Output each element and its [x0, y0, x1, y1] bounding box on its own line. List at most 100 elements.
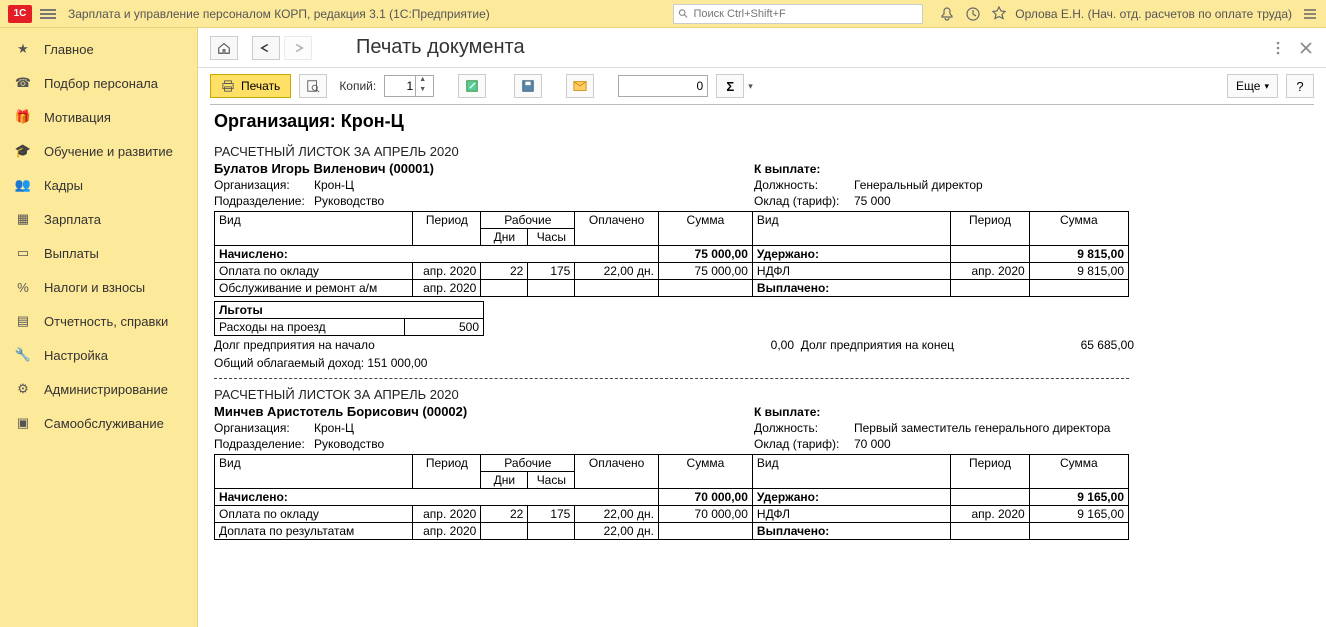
star-solid-icon: ★ [14, 40, 32, 58]
number-input[interactable] [618, 75, 708, 97]
th-period: Период [413, 212, 481, 246]
topbar: 1C Зарплата и управление персоналом КОРП… [0, 0, 1326, 28]
toolbar: Печать Копий: ▲▼ Σ ▾ Еще▾ ? [198, 68, 1326, 104]
settings-icon[interactable] [1302, 6, 1318, 22]
deducted-sum: 9 815,00 [1029, 246, 1128, 263]
spin-up-icon[interactable]: ▲ [416, 76, 429, 86]
sigma-button[interactable]: Σ [716, 74, 744, 98]
accrued-sum: 75 000,00 [658, 246, 752, 263]
th-hours: Часы [528, 229, 575, 246]
document-icon: ▤ [14, 312, 32, 330]
percent-icon: % [14, 278, 32, 296]
form-icon: ▣ [14, 414, 32, 432]
sidebar-item-selfservice[interactable]: ▣Самообслуживание [0, 406, 197, 440]
search-input-wrap[interactable] [673, 4, 923, 24]
employee-name: Минчев Аристотель Борисович (00002) [214, 404, 754, 420]
sidebar-item-label: Зарплата [44, 212, 101, 227]
preview-button[interactable] [299, 74, 327, 98]
th-days: Дни [481, 472, 528, 489]
sidebar-item-payments[interactable]: ▭Выплаты [0, 236, 197, 270]
history-icon[interactable] [965, 6, 981, 22]
dept-val: Руководство [314, 436, 754, 452]
accrued-label: Начислено: [215, 489, 659, 506]
chevron-down-icon: ▾ [1264, 81, 1269, 92]
sidebar-item-reports[interactable]: ▤ Отчетность, справки [0, 304, 197, 338]
save-button[interactable] [514, 74, 542, 98]
gear-icon: ⚙ [14, 380, 32, 398]
edit-button[interactable] [458, 74, 486, 98]
th-paid: Оплачено [575, 455, 659, 489]
th-paid: Оплачено [575, 212, 659, 246]
th-days: Дни [481, 229, 528, 246]
pos-val: Генеральный директор [854, 177, 1154, 193]
org-val: Крон-Ц [314, 420, 754, 436]
dept-val: Руководство [314, 193, 754, 209]
sidebar-item-label: Главное [44, 42, 94, 57]
sidebar-item-admin[interactable]: ⚙Администрирование [0, 372, 197, 406]
sidebar-item-learning[interactable]: 🎓Обучение и развитие [0, 134, 197, 168]
table-row: Доплата по результатам апр. 2020 22,00 д… [215, 523, 1129, 540]
accrued-label: Начислено: [215, 246, 659, 263]
th-sum: Сумма [658, 212, 752, 246]
sidebar-item-salary[interactable]: ▦Зарплата [0, 202, 197, 236]
print-button[interactable]: Печать [210, 74, 291, 98]
back-button[interactable] [252, 36, 280, 60]
pay-label: К выплате: [754, 161, 854, 177]
th-vid-r: Вид [752, 455, 950, 489]
help-button[interactable]: ? [1286, 74, 1314, 98]
divider [214, 378, 1129, 379]
salary-label: Оклад (тариф): [754, 436, 854, 452]
sidebar-item-taxes[interactable]: %Налоги и взносы [0, 270, 197, 304]
search-icon [678, 8, 689, 20]
th-work: Рабочие [481, 455, 575, 472]
th-vid: Вид [215, 455, 413, 489]
copies-field[interactable] [385, 79, 415, 93]
th-period: Период [413, 455, 481, 489]
gift-icon: 🎁 [14, 108, 32, 126]
th-sum-r: Сумма [1029, 212, 1128, 246]
salary-val: 75 000 [854, 193, 1154, 209]
dept-label: Подразделение: [214, 193, 314, 209]
sidebar-item-label: Настройка [44, 348, 108, 363]
debt-start-label: Долг предприятия на начало [214, 338, 375, 352]
sidebar-item-main[interactable]: ★ Главное [0, 32, 197, 66]
sidebar-item-label: Отчетность, справки [44, 314, 168, 329]
spin-down-icon[interactable]: ▼ [416, 86, 429, 96]
star-icon[interactable] [991, 6, 1007, 22]
graduation-icon: 🎓 [14, 142, 32, 160]
sidebar-item-motivation[interactable]: 🎁Мотивация [0, 100, 197, 134]
org-title: Организация: Крон-Ц [214, 111, 1310, 132]
employee-name: Булатов Игорь Виленович (00001) [214, 161, 754, 177]
user-label[interactable]: Орлова Е.Н. (Нач. отд. расчетов по оплат… [1015, 7, 1292, 21]
th-vid: Вид [215, 212, 413, 246]
accrued-sum: 70 000,00 [658, 489, 752, 506]
close-icon[interactable] [1298, 40, 1314, 56]
print-button-label: Печать [241, 79, 280, 93]
more-button[interactable]: Еще▾ [1227, 74, 1278, 98]
slip-period: РАСЧЕТНЫЙ ЛИСТОК ЗА АПРЕЛЬ 2020 [214, 387, 1310, 402]
menu-icon[interactable] [40, 9, 56, 19]
mail-button[interactable] [566, 74, 594, 98]
sidebar-item-label: Подбор персонала [44, 76, 158, 91]
sidebar-item-hr[interactable]: 👥Кадры [0, 168, 197, 202]
copies-input[interactable]: ▲▼ [384, 75, 434, 97]
kebab-icon[interactable] [1270, 40, 1286, 56]
sidebar-item-label: Выплаты [44, 246, 99, 261]
search-input[interactable] [693, 8, 918, 20]
sidebar-item-label: Кадры [44, 178, 83, 193]
th-period-r: Период [951, 212, 1029, 246]
sidebar-item-settings[interactable]: 🔧Настройка [0, 338, 197, 372]
dept-label: Подразделение: [214, 436, 314, 452]
document-area[interactable]: Организация: Крон-Ц РАСЧЕТНЫЙ ЛИСТОК ЗА … [210, 104, 1314, 619]
home-button[interactable] [210, 36, 238, 60]
th-sum: Сумма [658, 455, 752, 489]
sidebar-item-recruit[interactable]: ☎Подбор персонала [0, 66, 197, 100]
bell-icon[interactable] [939, 6, 955, 22]
forward-button [284, 36, 312, 60]
org-label: Организация: [214, 420, 314, 436]
th-sum-r: Сумма [1029, 455, 1128, 489]
header-row: Печать документа [198, 28, 1326, 68]
th-work: Рабочие [481, 212, 575, 229]
sidebar: ★Главное ☎Подбор персонала 🎁Мотивация 🎓О… [0, 28, 198, 627]
deducted-label: Удержано: [752, 489, 950, 506]
